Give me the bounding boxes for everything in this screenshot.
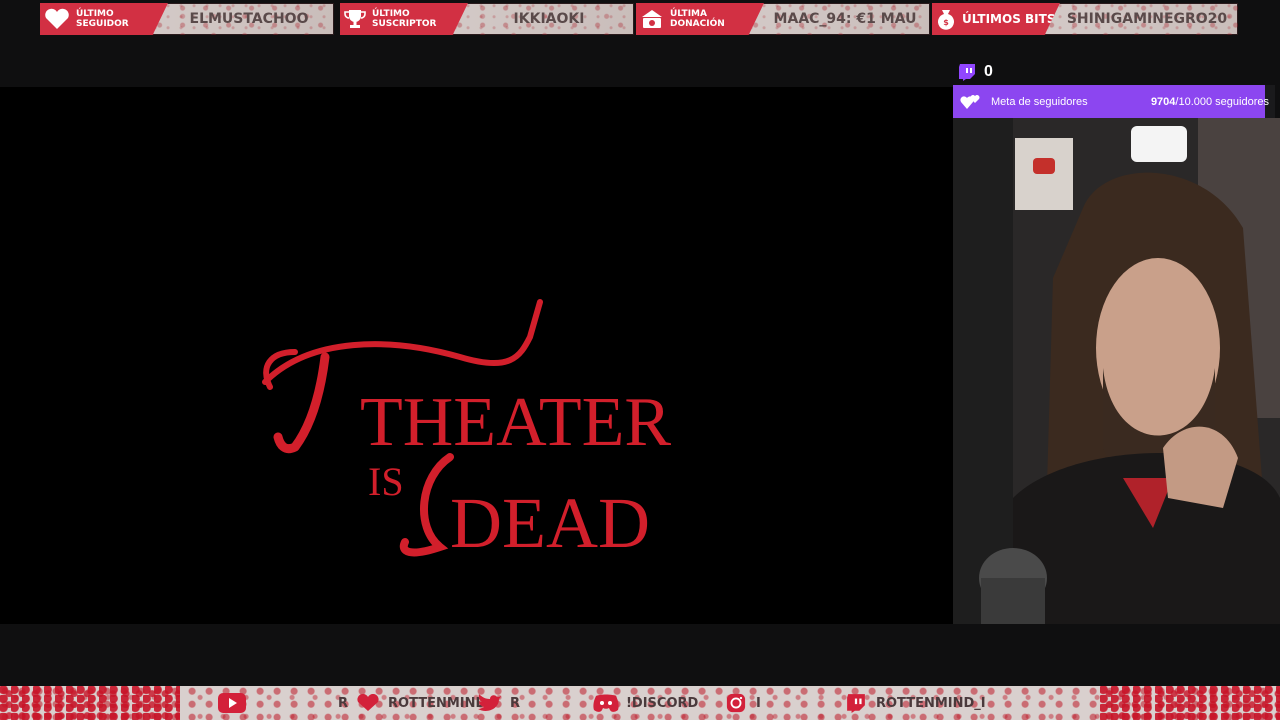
social-text: !DISCORD [626, 695, 699, 711]
alert-label: Último seguidor [76, 9, 129, 29]
youtube-icon [1033, 158, 1055, 174]
alert-label: Últimos bits [962, 12, 1056, 26]
instagram-icon [726, 693, 746, 713]
title-line1: THEATER [360, 384, 671, 461]
webcam-image [953, 118, 1280, 624]
trophy-icon [344, 10, 366, 28]
twitch-icon [847, 694, 865, 713]
social-twitch[interactable]: ROTTENMIND_I [842, 692, 986, 714]
social-instagram[interactable]: I [722, 692, 761, 714]
alert-value: IKKIAOKI [513, 11, 585, 27]
discord-icon [593, 694, 619, 712]
alert-value: SHINIGAMINEGRO20 [1066, 11, 1228, 27]
last-follower-alert: Último seguidor ELMUSTACHOO [40, 3, 334, 35]
youtube-icon [218, 693, 246, 713]
goal-label: Meta de seguidores [991, 95, 1088, 108]
last-subscriber-alert: Último suscriptor IKKIAOKI [340, 3, 634, 35]
alert-label: Última donación [670, 9, 725, 29]
movie-title-logo: THEATER IS DEAD [262, 299, 671, 563]
social-text: R [510, 695, 521, 711]
social-handle-youtube[interactable]: R ROTTENMIND [338, 692, 486, 714]
ring-light [1131, 126, 1187, 162]
social-youtube[interactable] [218, 692, 246, 714]
social-text: ROTTENMIND [388, 695, 487, 711]
social-text: ROTTENMIND_I [876, 695, 986, 711]
social-bar: R ROTTENMIND R !DISCORD I ROTTENMIND_I [0, 686, 1280, 720]
social-discord[interactable]: !DISCORD [592, 692, 698, 714]
alert-value: ELMUSTACHOO [189, 11, 309, 27]
money-icon [642, 10, 662, 28]
alerts-bar: Último seguidor ELMUSTACHOO Último suscrip… [40, 3, 1238, 35]
social-text: I [756, 695, 761, 711]
video-player[interactable]: THEATER IS DEAD [0, 87, 953, 624]
follower-goal-bar: Meta de seguidores 9704/10.000 seguidore… [953, 85, 1275, 118]
social-text: R [338, 695, 349, 711]
twitch-icon [959, 64, 975, 81]
last-bits-alert: $ Últimos bits SHINIGAMINEGRO20 [932, 3, 1238, 35]
social-twitter[interactable]: R [476, 692, 520, 714]
goal-count: 9704/10.000 seguidores [1150, 95, 1269, 108]
alert-label: Último suscriptor [372, 9, 437, 29]
viewer-counter: 0 [958, 63, 993, 81]
viewer-count: 0 [984, 63, 993, 80]
webcam-feed [953, 118, 1280, 624]
title-is: IS [368, 459, 404, 504]
heart-icon [45, 8, 69, 29]
heart-icon [357, 694, 379, 711]
svg-text:$: $ [943, 18, 949, 27]
twitter-icon [478, 694, 501, 711]
hearts-icon [960, 94, 980, 109]
bits-icon: $ [938, 10, 954, 30]
last-donation-alert: Última donación MAAC_94: €1 MAU [636, 3, 930, 35]
title-line2: DEAD [450, 483, 650, 563]
alert-value: MAAC_94: €1 MAU [773, 11, 917, 27]
